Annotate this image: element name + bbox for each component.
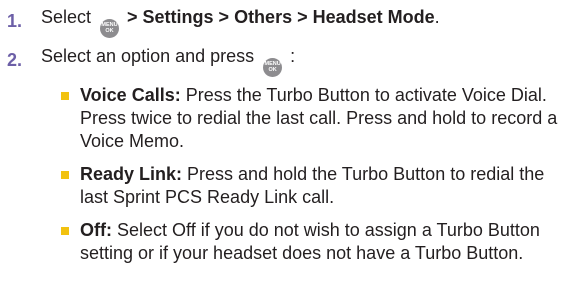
bullet-square-icon [61,171,69,179]
step-number: 2. [7,50,23,71]
option-description: Select Off if you do not wish to assign … [80,220,540,263]
step-text: Select MENU OK > Settings > Others > Head… [41,6,440,38]
step-2-after: : [285,46,296,66]
option-off: Off: Select Off if you do not wish to as… [60,219,570,265]
option-label: Off: [80,220,112,240]
option-ready-link: Ready Link: Press and hold the Turbo But… [60,163,570,209]
step-text: Select an option and press MENU OK : [41,45,295,77]
menu-ok-icon: MENU OK [100,18,120,38]
step-2: 2. Select an option and press MENU OK : [7,45,295,77]
step-1: 1. Select MENU OK > Settings > Others > H… [7,6,440,38]
option-voice-calls: Voice Calls: Press the Turbo Button to a… [60,84,570,153]
option-list: Voice Calls: Press the Turbo Button to a… [60,84,570,275]
option-label: Voice Calls: [80,85,181,105]
option-label: Ready Link: [80,164,183,184]
step-1-before: Select [41,7,97,27]
step-number: 1. [7,11,23,32]
menu-ok-icon: MENU OK [263,57,283,77]
bullet-square-icon [61,92,69,100]
step-1-menu-path: > Settings > Others > Headset Mode [122,7,435,27]
menu-ok-bottom: OK [268,67,277,73]
step-2-before: Select an option and press [41,46,260,66]
bullet-square-icon [61,227,69,235]
menu-ok-bottom: OK [105,28,114,34]
step-1-after: . [434,7,440,27]
